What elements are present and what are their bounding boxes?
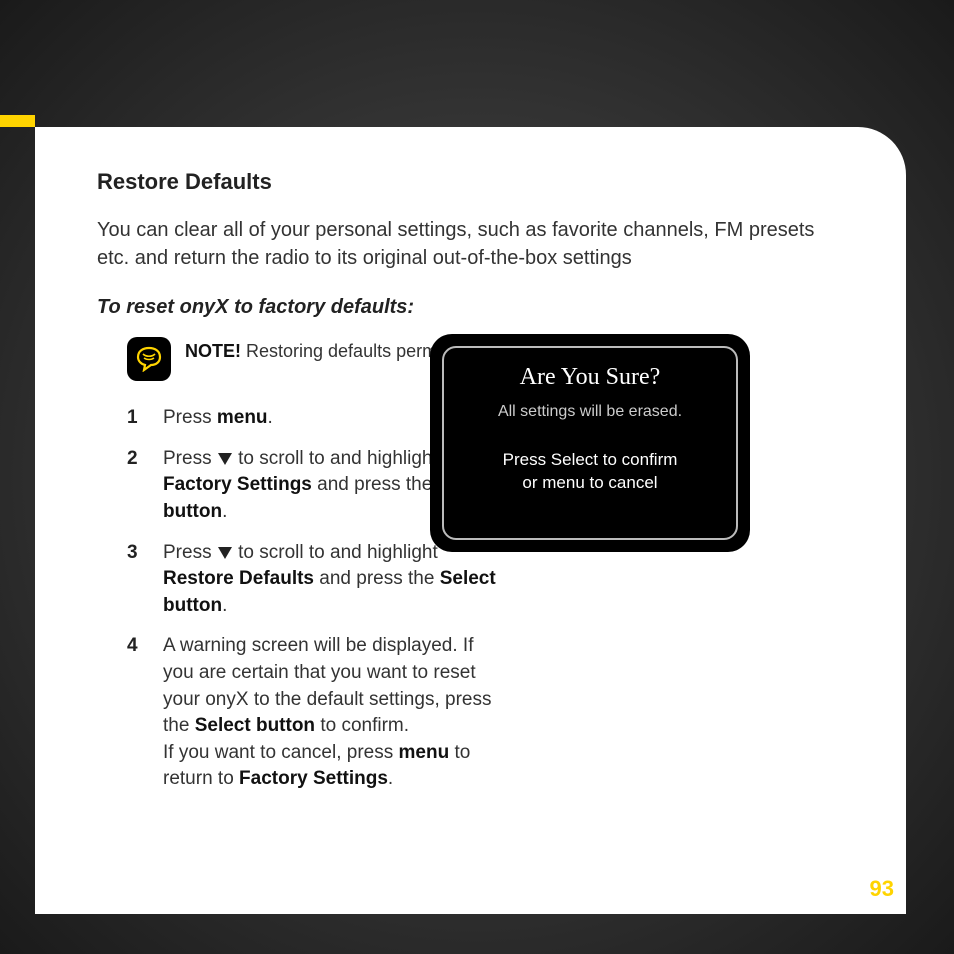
screen-subtext: All settings will be erased. [454, 403, 726, 421]
device-screen-inner: Are You Sure? All settings will be erase… [442, 346, 738, 540]
accent-strip [0, 115, 35, 127]
step-number: 3 [127, 540, 145, 567]
device-screen: Are You Sure? All settings will be erase… [430, 334, 750, 552]
page-number: 93 [870, 876, 894, 902]
section-title: Restore Defaults [97, 169, 846, 195]
step-3: 3 Press to scroll to and highlight Resto… [127, 540, 497, 620]
step-number: 2 [127, 446, 145, 473]
down-arrow-icon [217, 452, 233, 466]
subheading: To reset onyX to factory defaults: [97, 296, 846, 319]
screen-instruction: Press Select to confirm or menu to cance… [454, 449, 726, 495]
down-arrow-icon [217, 546, 233, 560]
note-label: NOTE! [185, 341, 241, 361]
step-4: 4 A warning screen will be displayed. If… [127, 633, 497, 793]
step-number: 4 [127, 633, 145, 660]
intro-paragraph: You can clear all of your personal setti… [97, 217, 846, 272]
screen-title: Are You Sure? [454, 364, 726, 391]
step-number: 1 [127, 405, 145, 432]
note-icon [127, 337, 171, 381]
